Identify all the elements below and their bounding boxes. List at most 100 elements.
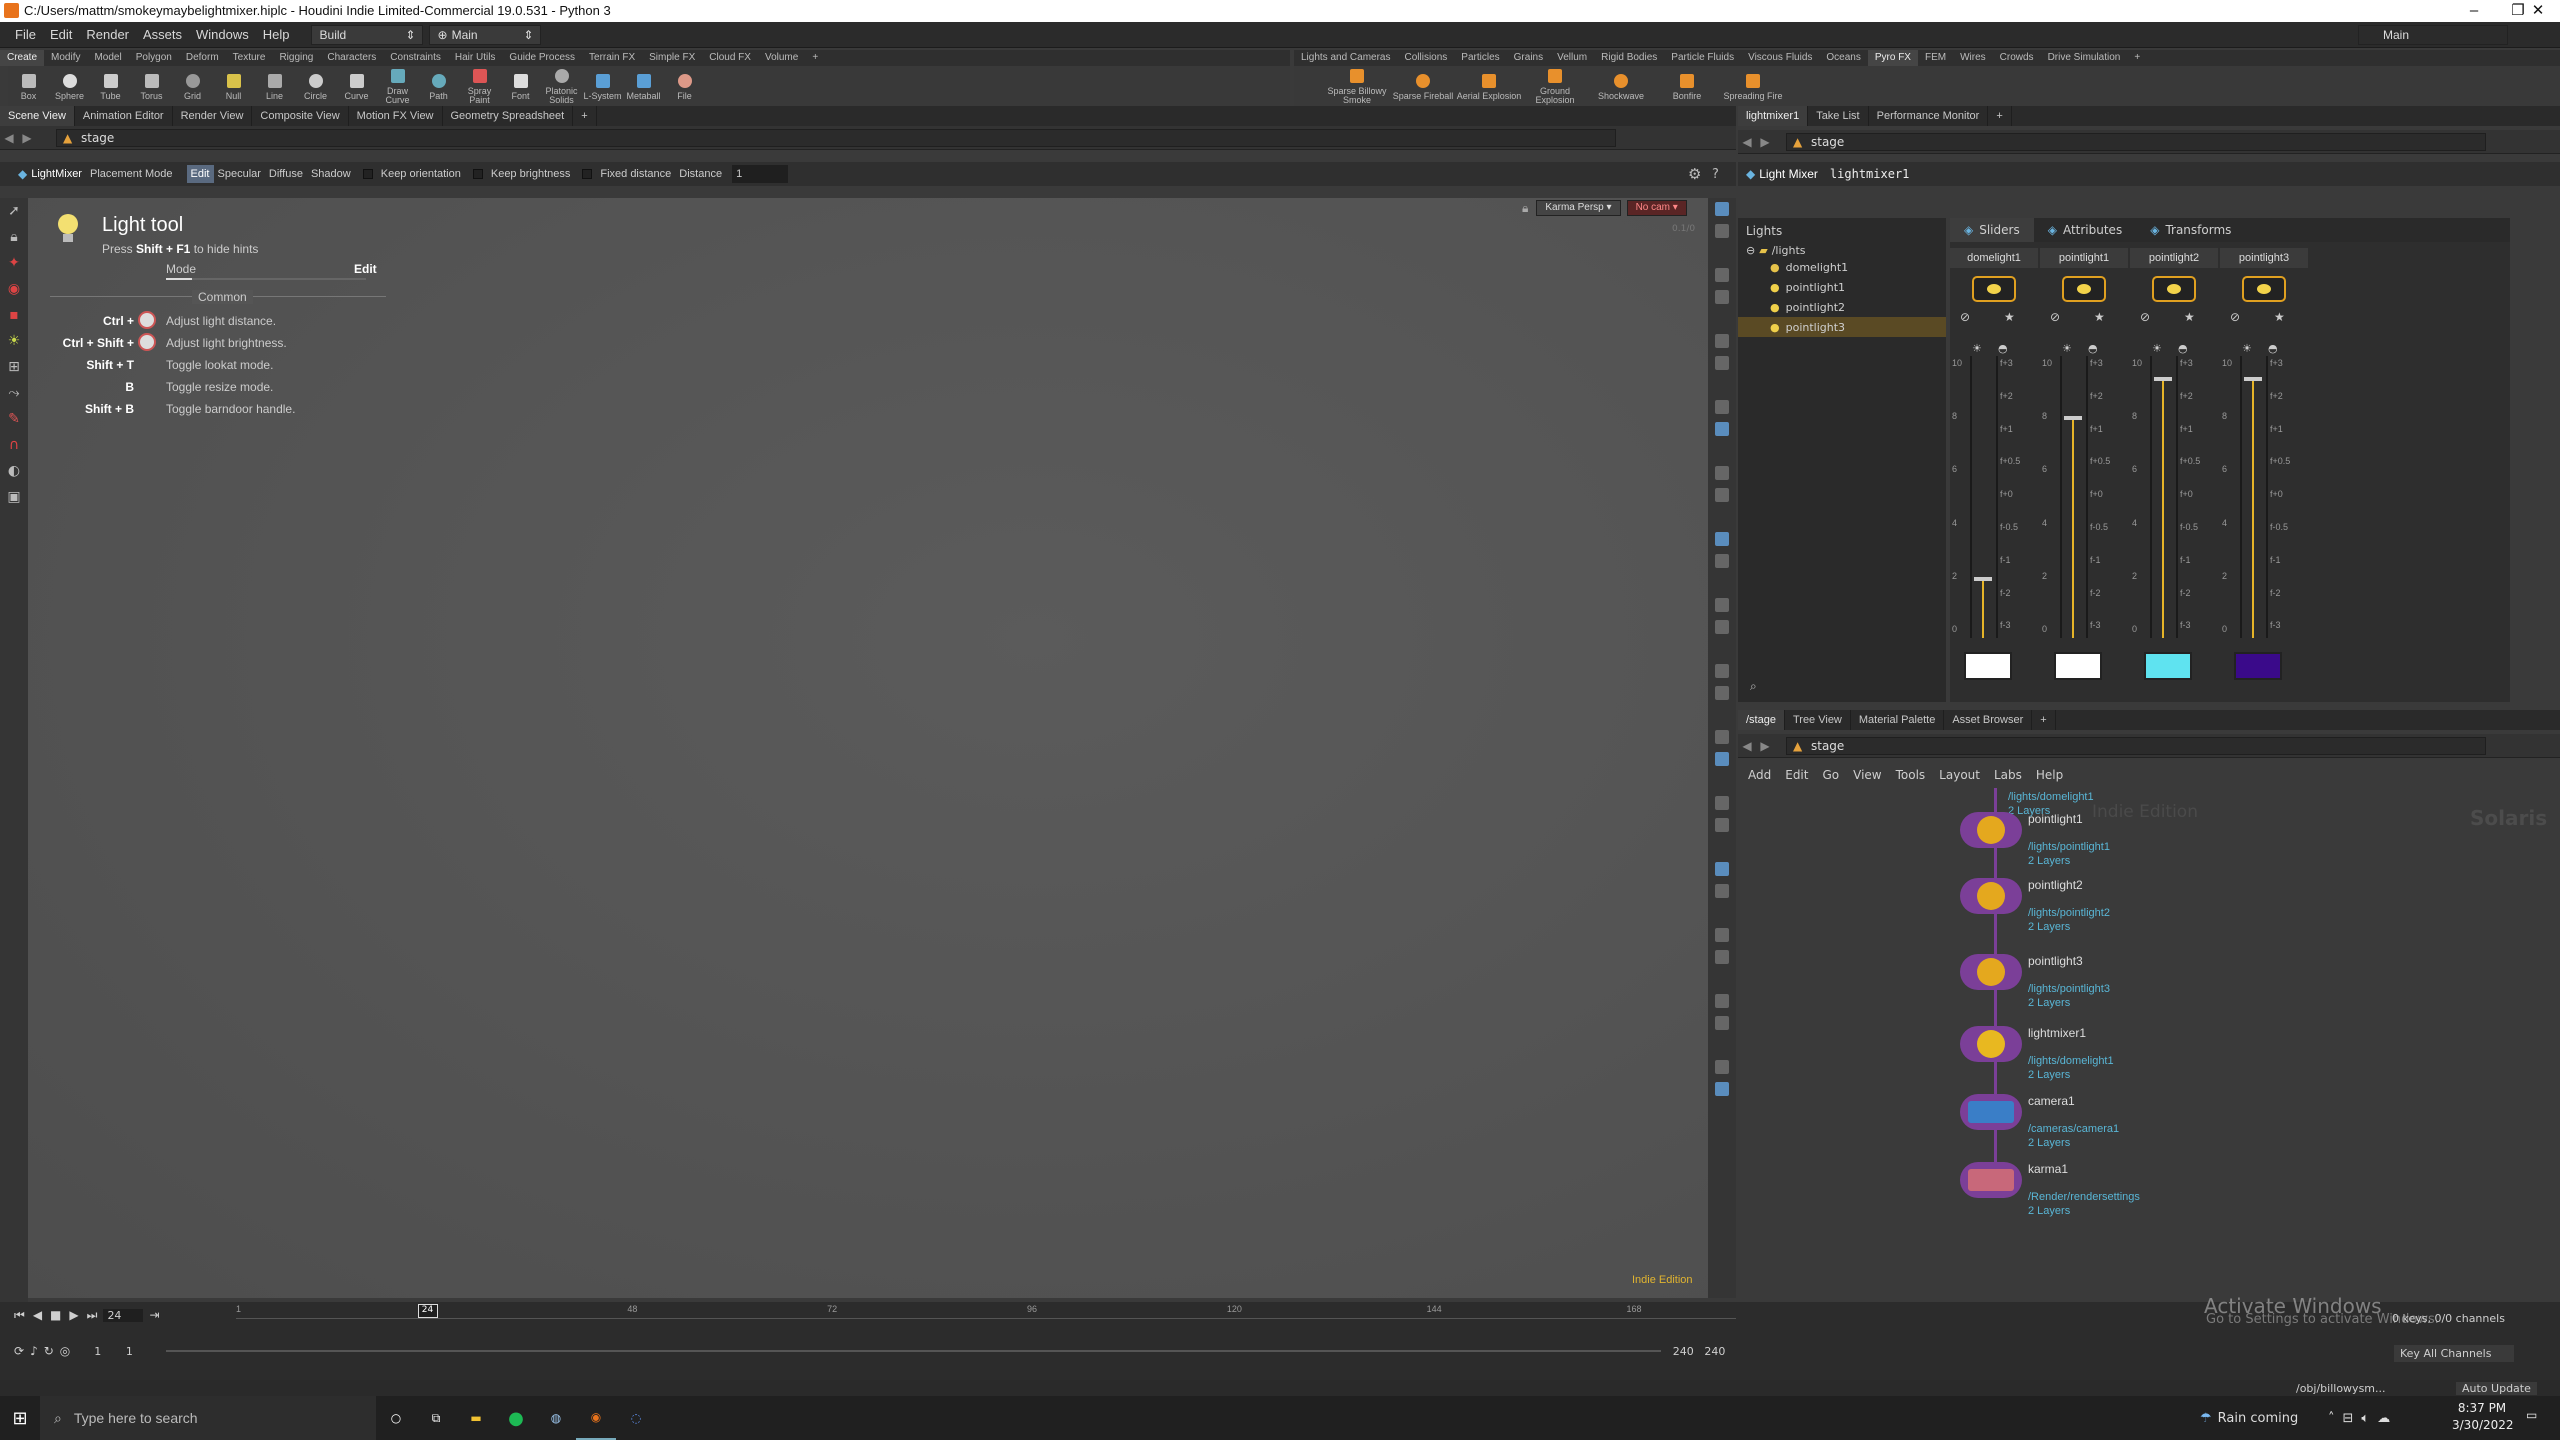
display-option-icon[interactable] bbox=[1708, 418, 1736, 440]
tool-aerial-explosion[interactable]: Aerial Explosion bbox=[1456, 72, 1522, 101]
light-color-swatch[interactable] bbox=[2234, 652, 2282, 680]
mute-icon[interactable]: ⊘ bbox=[2140, 310, 2150, 324]
intensity-track[interactable] bbox=[2060, 356, 2062, 638]
menu-assets[interactable]: Assets bbox=[136, 22, 189, 48]
display-option-icon[interactable] bbox=[1708, 462, 1736, 484]
houdini-taskbar-icon[interactable]: ◉ bbox=[576, 1396, 616, 1440]
display-option-icon[interactable] bbox=[1708, 704, 1736, 726]
loop-icon[interactable]: ↻ bbox=[44, 1344, 54, 1358]
display-option-icon[interactable] bbox=[1708, 990, 1736, 1012]
range-end[interactable]: 240 bbox=[1673, 1345, 1705, 1358]
display-option-icon[interactable] bbox=[1708, 660, 1736, 682]
tool-font[interactable]: Font bbox=[500, 72, 541, 101]
shelf-tab-texture[interactable]: Texture bbox=[226, 50, 273, 66]
subtab-transforms[interactable]: ◈ Transforms bbox=[2136, 218, 2245, 242]
menu-file[interactable]: File bbox=[8, 22, 43, 48]
right-path-field[interactable]: ▲ stage bbox=[1786, 132, 2486, 151]
tool-box[interactable]: Box bbox=[8, 72, 49, 101]
display-option-icon[interactable] bbox=[1708, 814, 1736, 836]
pose-icon[interactable]: ⤳ bbox=[0, 380, 28, 406]
tool-ground-explosion[interactable]: Ground Explosion bbox=[1522, 67, 1588, 105]
display-option-icon[interactable] bbox=[1708, 880, 1736, 902]
light-tool-icon[interactable]: ☀ bbox=[0, 328, 28, 354]
shelf-tab-modify[interactable]: Modify bbox=[44, 50, 87, 66]
tool-platonic-solids[interactable]: Platonic Solids bbox=[541, 67, 582, 105]
mode-specular-button[interactable]: Specular bbox=[214, 165, 265, 183]
select-tool-icon[interactable]: ➚ bbox=[0, 198, 28, 224]
shelf-tab-fem[interactable]: FEM bbox=[1918, 50, 1953, 66]
tree-root[interactable]: ⊖ ▰/lights bbox=[1738, 244, 1946, 257]
solo-star-icon[interactable]: ★ bbox=[2184, 310, 2195, 324]
tool-curve[interactable]: Curve bbox=[336, 72, 377, 101]
tool-l-system[interactable]: L-System bbox=[582, 72, 623, 101]
forward-arrow-icon[interactable]: ▶ bbox=[1756, 135, 1774, 149]
back-arrow-icon[interactable]: ◀ bbox=[1738, 135, 1756, 149]
auto-update-button[interactable]: Auto Update bbox=[2456, 1381, 2537, 1395]
distance-input[interactable]: 1 bbox=[732, 165, 789, 183]
display-option-icon[interactable] bbox=[1708, 308, 1736, 330]
range-start[interactable]: 1 bbox=[94, 1345, 126, 1358]
mute-icon[interactable]: ⊘ bbox=[2050, 310, 2060, 324]
shelf-tab-particle-fluids[interactable]: Particle Fluids bbox=[1664, 50, 1741, 66]
collapse-icon[interactable]: ⊖ bbox=[1746, 244, 1755, 257]
steam-icon[interactable]: ◍ bbox=[536, 1396, 576, 1440]
display-option-icon[interactable] bbox=[1708, 858, 1736, 880]
subtab-sliders[interactable]: ◈ Sliders bbox=[1950, 218, 2034, 242]
frame-input[interactable]: 24 bbox=[103, 1308, 144, 1322]
tree-item-pointlight3[interactable]: ● pointlight3 bbox=[1738, 317, 1946, 337]
network-menu-view[interactable]: View bbox=[1853, 768, 1881, 782]
display-option-icon[interactable] bbox=[1708, 528, 1736, 550]
solo-star-icon[interactable]: ★ bbox=[2004, 310, 2015, 324]
exposure-track[interactable] bbox=[2266, 356, 2268, 638]
tool-draw-curve[interactable]: Draw Curve bbox=[377, 67, 418, 105]
placement-mode-button[interactable]: Placement Mode bbox=[86, 165, 177, 183]
slider-handle[interactable] bbox=[2244, 376, 2262, 381]
network-menu-labs[interactable]: Labs bbox=[1994, 768, 2022, 782]
jump-end-icon[interactable]: ⏭ bbox=[87, 1308, 98, 1323]
minimize-icon[interactable]: – bbox=[2452, 0, 2496, 22]
back-arrow-icon[interactable]: ◀ bbox=[1738, 739, 1756, 753]
tab-take-list[interactable]: Take List bbox=[1808, 106, 1869, 126]
network-menu-help[interactable]: Help bbox=[2036, 768, 2063, 782]
context-dropdown[interactable]: ⊕ Main ⇕ bbox=[428, 24, 541, 45]
tab-stage[interactable]: /stage bbox=[1738, 710, 1785, 730]
light-enable-button[interactable] bbox=[2062, 276, 2106, 302]
display-option-icon[interactable] bbox=[1708, 902, 1736, 924]
shelf-tab-polygon[interactable]: Polygon bbox=[129, 50, 179, 66]
shelf-tab-vellum[interactable]: Vellum bbox=[1550, 50, 1594, 66]
shelf-tab-grains[interactable]: Grains bbox=[1507, 50, 1550, 66]
onedrive-icon[interactable]: ☁ bbox=[2377, 1411, 2390, 1426]
display-option-icon[interactable] bbox=[1708, 968, 1736, 990]
gear-icon[interactable]: ⚙ bbox=[1688, 165, 1701, 183]
menu-render[interactable]: Render bbox=[79, 22, 136, 48]
path-field[interactable]: ▲ stage bbox=[56, 128, 1616, 147]
display-option-icon[interactable] bbox=[1708, 440, 1736, 462]
paint-icon[interactable]: ✎ bbox=[0, 406, 28, 432]
exposure-track[interactable] bbox=[2086, 356, 2088, 638]
spotify-icon[interactable]: ● bbox=[496, 1396, 536, 1440]
shelf-tab-hair-utils[interactable]: Hair Utils bbox=[448, 50, 503, 66]
intensity-track[interactable] bbox=[2240, 356, 2242, 638]
tab-material-palette[interactable]: Material Palette bbox=[1851, 710, 1945, 730]
current-frame-marker[interactable]: 24 bbox=[417, 1304, 438, 1318]
tool-shockwave[interactable]: Shockwave bbox=[1588, 72, 1654, 101]
tool-sparse-billowy-smoke[interactable]: Sparse Billowy Smoke bbox=[1324, 67, 1390, 105]
tab-motion-fx-view[interactable]: Motion FX View bbox=[349, 106, 443, 126]
shelf-tab-oceans[interactable]: Oceans bbox=[1819, 50, 1867, 66]
tab-render-view[interactable]: Render View bbox=[173, 106, 253, 126]
network-menu-add[interactable]: Add bbox=[1748, 768, 1771, 782]
tab-plus[interactable]: + bbox=[2032, 710, 2056, 730]
network-path-field[interactable]: ▲ stage bbox=[1786, 736, 2486, 755]
range-end-2[interactable]: 240 bbox=[1704, 1345, 1736, 1358]
close-icon[interactable]: ✕ bbox=[2516, 0, 2560, 22]
shelf-tab-lights-and-cameras[interactable]: Lights and Cameras bbox=[1294, 50, 1398, 66]
audio-icon[interactable]: ♪ bbox=[30, 1344, 38, 1358]
display-option-icon[interactable] bbox=[1708, 572, 1736, 594]
light-enable-button[interactable] bbox=[1972, 276, 2016, 302]
tool-line[interactable]: Line bbox=[254, 72, 295, 101]
transform-icon[interactable]: ✦ bbox=[0, 250, 28, 276]
display-option-icon[interactable] bbox=[1708, 726, 1736, 748]
shelf-tab-pyro-fx[interactable]: Pyro FX bbox=[1867, 50, 1918, 66]
display-option-icon[interactable] bbox=[1708, 1100, 1736, 1122]
forward-arrow-icon[interactable]: ▶ bbox=[18, 131, 36, 145]
